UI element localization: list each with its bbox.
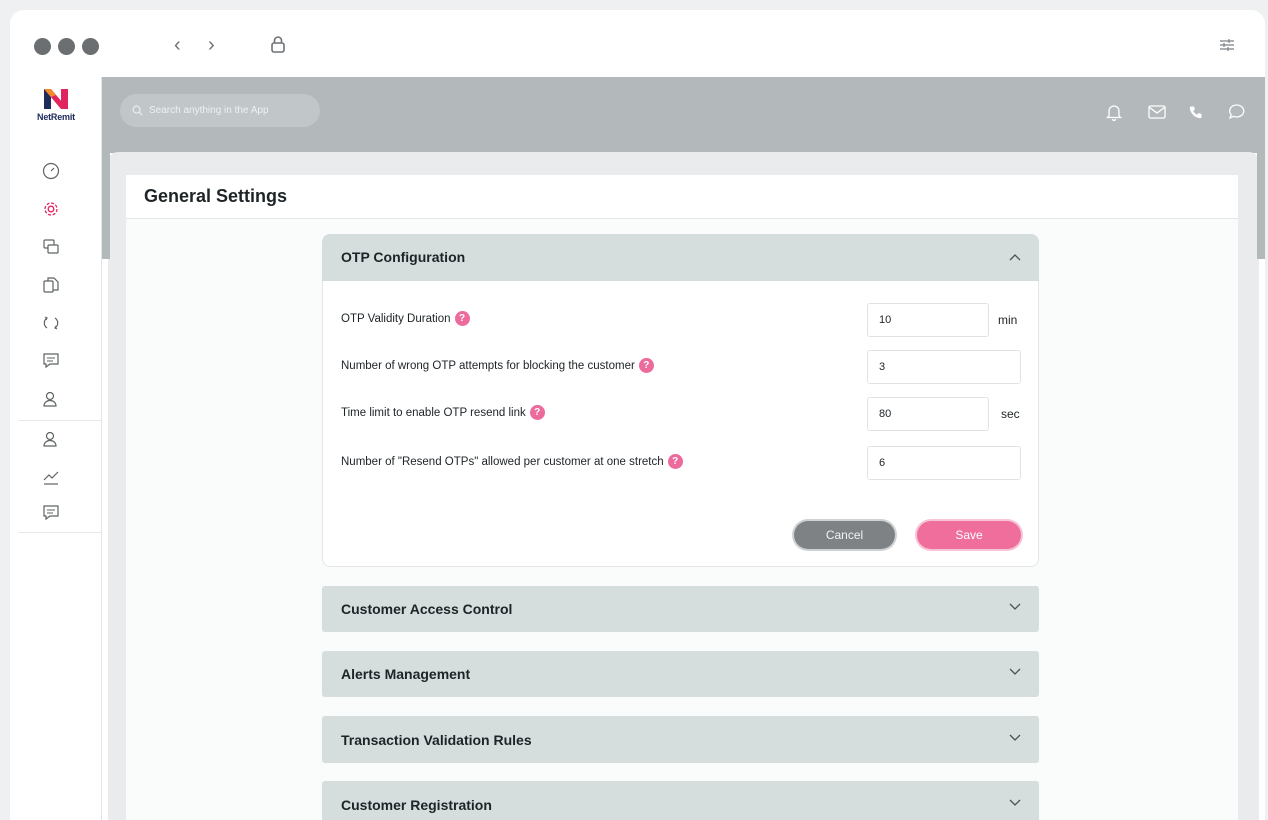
accordion-title: Alerts Management — [341, 666, 471, 682]
sidebar: NetRemit — [10, 77, 102, 820]
bell-icon[interactable] — [1104, 102, 1124, 122]
accordion-title: Customer Registration — [341, 797, 492, 813]
chevron-down-icon[interactable] — [1009, 796, 1021, 810]
chat-bubble-icon[interactable] — [1227, 102, 1247, 122]
back-arrow-icon[interactable]: ‹ — [174, 32, 181, 58]
chat-icon[interactable] — [40, 502, 62, 524]
sync-icon[interactable] — [40, 312, 62, 334]
help-icon[interactable]: ? — [529, 405, 545, 420]
page-title: General Settings — [144, 186, 288, 206]
otp-validity-input[interactable]: 10 — [867, 303, 989, 337]
search-icon — [132, 105, 143, 116]
panel-edge — [102, 153, 110, 259]
accordion-title: Customer Access Control — [341, 601, 513, 617]
brand-name: NetRemit — [37, 112, 75, 122]
chevron-down-icon[interactable] — [1009, 665, 1021, 679]
accordion-otp-configuration[interactable]: OTP Configuration — [322, 234, 1039, 281]
forward-arrow-icon[interactable]: › — [208, 32, 215, 58]
panel-edge — [1257, 153, 1265, 259]
wrong-attempts-input[interactable]: 3 — [867, 350, 1021, 384]
accordion-title: OTP Configuration — [341, 249, 466, 265]
gear-icon[interactable] — [40, 198, 62, 220]
resend-time-limit-unit: sec — [1001, 407, 1020, 421]
chart-icon[interactable] — [40, 466, 62, 488]
layers-icon[interactable] — [40, 236, 62, 258]
card-header: General Settings — [126, 175, 1238, 219]
message-icon[interactable] — [40, 350, 62, 372]
lock-icon — [270, 35, 286, 58]
resend-count-label: Number of "Resend OTPs" allowed per cust… — [341, 455, 664, 468]
search-placeholder: Search anything in the App — [149, 105, 269, 116]
resend-time-limit-input[interactable]: 80 — [867, 397, 989, 431]
help-icon[interactable]: ? — [667, 454, 683, 469]
window-zoom-dot[interactable] — [82, 38, 99, 55]
brand-logo[interactable]: NetRemit — [28, 87, 84, 135]
mail-icon[interactable] — [1147, 102, 1167, 122]
otp-validity-label: OTP Validity Duration — [341, 312, 451, 325]
sidebar-divider — [18, 532, 102, 533]
netremit-logo-mark — [44, 89, 68, 109]
resend-time-limit-label: Time limit to enable OTP resend link — [341, 406, 526, 419]
search-input[interactable]: Search anything in the App — [120, 94, 320, 127]
accordion-transaction-validation-rules[interactable]: Transaction Validation Rules — [322, 716, 1039, 763]
top-bar: Search anything in the App — [102, 77, 1265, 153]
window-close-dot[interactable] — [34, 38, 51, 55]
user-icon[interactable] — [40, 388, 62, 410]
wrong-attempts-label: Number of wrong OTP attempts for blockin… — [341, 359, 635, 372]
chevron-down-icon[interactable] — [1009, 731, 1021, 745]
sidebar-divider — [18, 420, 102, 421]
sliders-icon[interactable] — [1219, 38, 1235, 57]
user-group-icon[interactable] — [40, 428, 62, 450]
otp-row-label: OTP Validity Duration ? — [341, 311, 470, 326]
save-button[interactable]: Save — [917, 521, 1021, 549]
otp-validity-unit: min — [998, 313, 1018, 327]
help-icon[interactable]: ? — [638, 358, 654, 373]
otp-configuration-panel: OTP Validity Duration ? 10 min Number of… — [322, 281, 1039, 567]
accordion-alerts-management[interactable]: Alerts Management — [322, 651, 1039, 697]
otp-row-label: Number of wrong OTP attempts for blockin… — [341, 358, 654, 373]
accordion-title: Transaction Validation Rules — [341, 732, 532, 748]
browser-toolbar: ‹ › — [10, 10, 1265, 77]
help-icon[interactable]: ? — [454, 311, 470, 326]
accordion-customer-registration[interactable]: Customer Registration — [322, 781, 1039, 820]
phone-icon[interactable] — [1186, 102, 1206, 122]
accordion-customer-access-control[interactable]: Customer Access Control — [322, 586, 1039, 632]
cancel-button[interactable]: Cancel — [794, 521, 895, 549]
otp-row-label: Number of "Resend OTPs" allowed per cust… — [341, 454, 683, 469]
window-minimize-dot[interactable] — [58, 38, 75, 55]
documents-icon[interactable] — [40, 274, 62, 296]
resend-count-input[interactable]: 6 — [867, 446, 1021, 480]
dashboard-icon[interactable] — [40, 160, 62, 182]
chevron-up-icon[interactable] — [1009, 250, 1021, 264]
otp-row-label: Time limit to enable OTP resend link ? — [341, 405, 545, 420]
chevron-down-icon[interactable] — [1009, 600, 1021, 614]
